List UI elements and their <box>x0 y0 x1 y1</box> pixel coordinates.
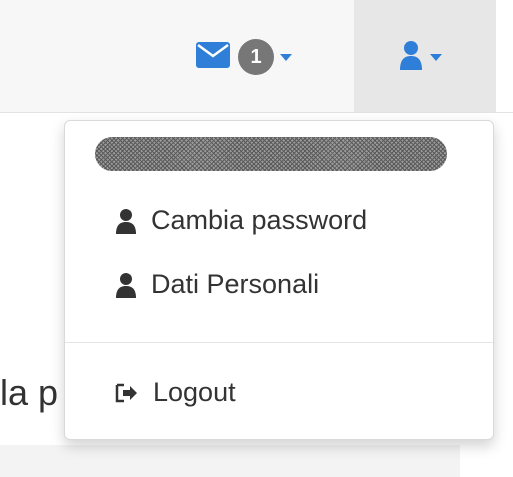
app-window: 1 la p Cambia password Dati Personali Lo… <box>0 0 513 477</box>
navbar-edge <box>496 0 513 112</box>
sign-out-icon <box>115 383 139 403</box>
user-icon <box>115 272 137 298</box>
user-dropdown-menu: Cambia password Dati Personali Logout <box>64 120 494 440</box>
user-icon <box>115 208 137 234</box>
page-heading-fragment: la p <box>0 372 59 413</box>
personal-data-item[interactable]: Dati Personali <box>115 269 319 300</box>
user-icon <box>398 40 424 75</box>
change-password-label: Cambia password <box>151 205 368 235</box>
logout-item[interactable]: Logout <box>115 377 236 408</box>
chevron-down-icon <box>280 53 292 61</box>
page-footer-strip <box>0 445 460 477</box>
user-menu-toggle[interactable] <box>398 40 442 74</box>
personal-data-label: Dati Personali <box>151 269 320 299</box>
logout-label: Logout <box>153 377 236 407</box>
messages-dropdown-toggle[interactable]: 1 <box>196 38 292 76</box>
redacted-username-link[interactable] <box>95 137 447 171</box>
change-password-item[interactable]: Cambia password <box>115 205 367 236</box>
messages-count-badge: 1 <box>238 39 274 75</box>
chevron-down-icon <box>430 53 442 61</box>
menu-divider <box>65 342 493 343</box>
envelope-icon <box>196 41 230 73</box>
